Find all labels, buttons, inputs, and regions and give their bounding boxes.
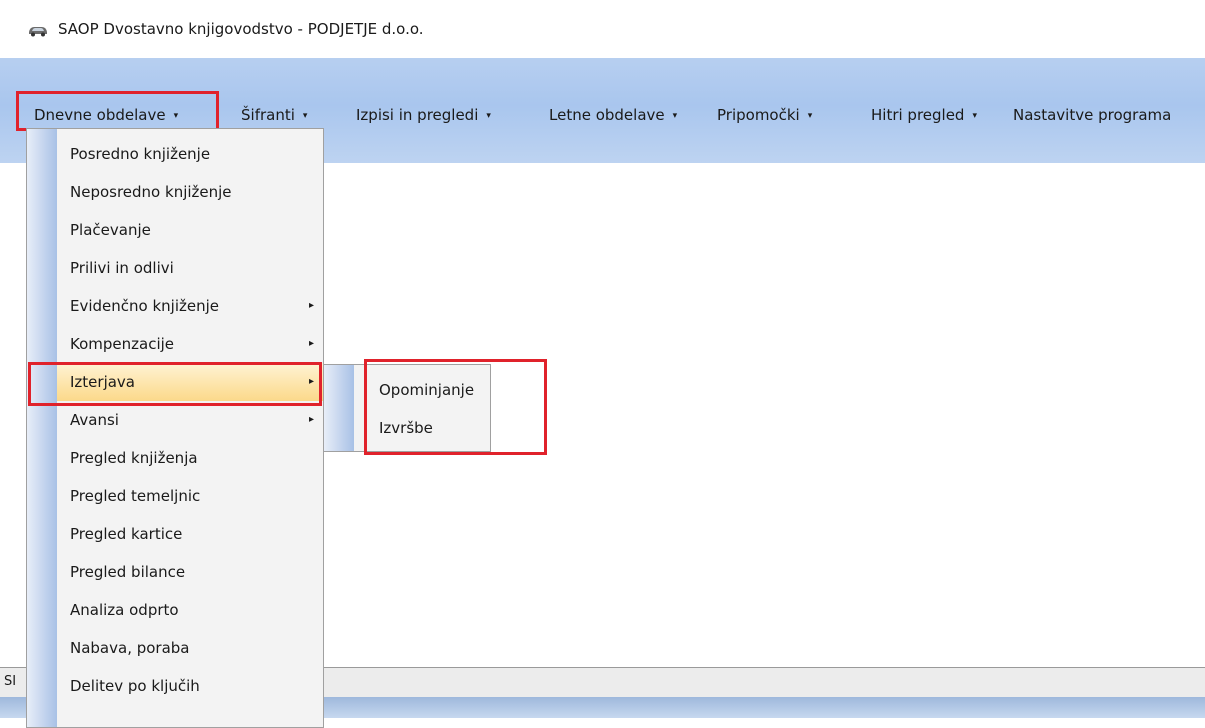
- menu-item-analiza-odprto[interactable]: Analiza odprto: [57, 591, 323, 629]
- menu-item-label: Izvršbe: [379, 419, 433, 437]
- car-icon: [27, 22, 49, 38]
- menu-item-kompenzacije[interactable]: Kompenzacije ▸: [57, 325, 323, 363]
- menu-item-label: Kompenzacije: [70, 335, 175, 353]
- menu-item-label: Pregled kartice: [70, 525, 183, 543]
- menu-label: Šifranti: [241, 106, 295, 124]
- menu-item-label: Pregled knjiženja: [70, 449, 198, 467]
- chevron-right-icon: ▸: [308, 338, 314, 349]
- menu-item-evidencno-knjizenje[interactable]: Evidenčno knjiženje ▸: [57, 287, 323, 325]
- menu-label: Izpisi in pregledi: [356, 106, 479, 124]
- menu-item-label: Delitev po ključih: [70, 677, 200, 695]
- chevron-down-icon: ▾: [807, 110, 813, 121]
- chevron-right-icon: ▸: [308, 414, 314, 425]
- menu-item-label: Nabava, poraba: [70, 639, 190, 657]
- menu-item-neposredno-knjizenje[interactable]: Neposredno knjiženje: [57, 173, 323, 211]
- menu-item-label: Neposredno knjiženje: [70, 183, 232, 201]
- menu-gutter: [27, 129, 57, 727]
- menu-item-posredno-knjizenje[interactable]: Posredno knjiženje: [57, 135, 323, 173]
- chevron-down-icon: ▾: [486, 110, 491, 121]
- menu-item-avansi[interactable]: Avansi ▸: [57, 401, 323, 439]
- menu-item-label: Evidenčno knjiženje: [70, 297, 220, 315]
- menu-item-nabava-poraba[interactable]: Nabava, poraba: [57, 629, 323, 667]
- menu-gutter: [324, 365, 354, 451]
- status-text: SI: [4, 674, 17, 689]
- menu-label: Hitri pregled: [871, 106, 965, 124]
- menu-item-izterjava[interactable]: Izterjava ▸: [57, 363, 323, 401]
- menu-nastavitve-programa[interactable]: Nastavitve programa: [1013, 104, 1171, 126]
- menu-item-pregled-kartice[interactable]: Pregled kartice: [57, 515, 323, 553]
- menu-sifranti[interactable]: Šifranti ▾: [241, 104, 307, 126]
- chevron-right-icon: ▸: [308, 300, 314, 311]
- menu-dnevne-obdelave[interactable]: Dnevne obdelave ▾: [34, 104, 178, 126]
- submenu-item-opominjanje[interactable]: Opominjanje: [354, 371, 490, 409]
- menu-item-label: Posredno knjiženje: [70, 145, 211, 163]
- menu-item-label: Analiza odprto: [70, 601, 179, 619]
- chevron-down-icon: ▾: [302, 110, 308, 121]
- window-title: SAOP Dvostavno knjigovodstvo - PODJETJE …: [58, 20, 424, 38]
- menu-letne-obdelave[interactable]: Letne obdelave ▾: [549, 104, 677, 126]
- menu-item-label: Plačevanje: [70, 221, 151, 239]
- menu-item-prilivi-in-odlivi[interactable]: Prilivi in odlivi: [57, 249, 323, 287]
- submenu-izterjava: Opominjanje Izvršbe: [323, 364, 491, 452]
- menu-item-placevanje[interactable]: Plačevanje: [57, 211, 323, 249]
- menu-item-label: Opominjanje: [379, 381, 475, 399]
- menu-item-pregled-bilance[interactable]: Pregled bilance: [57, 553, 323, 591]
- menu-item-pregled-knjizenja[interactable]: Pregled knjiženja: [57, 439, 323, 477]
- menu-item-label: Pregled bilance: [70, 563, 186, 581]
- menu-izpisi-in-pregledi[interactable]: Izpisi in pregledi ▾: [356, 104, 491, 126]
- menu-item-label: Avansi: [70, 411, 119, 429]
- menu-label: Pripomočki: [717, 106, 800, 124]
- dropdown-menu: Posredno knjiženje Neposredno knjiženje …: [26, 128, 324, 728]
- menu-item-label: Prilivi in odlivi: [70, 259, 174, 277]
- chevron-down-icon: ▾: [173, 110, 179, 121]
- menu-item-pregled-temeljnic[interactable]: Pregled temeljnic: [57, 477, 323, 515]
- menu-item-label: Izterjava: [70, 373, 136, 391]
- submenu-item-izvrsbe[interactable]: Izvršbe: [354, 409, 490, 447]
- chevron-right-icon: ▸: [308, 376, 314, 387]
- menu-item-delitev-po-kljucih[interactable]: Delitev po ključih: [57, 667, 323, 705]
- menu-label: Nastavitve programa: [1013, 106, 1172, 124]
- menu-label: Letne obdelave: [549, 106, 665, 124]
- chevron-down-icon: ▾: [972, 110, 977, 121]
- menu-pripomocki[interactable]: Pripomočki ▾: [717, 104, 812, 126]
- menu-hitri-pregled[interactable]: Hitri pregled ▾: [871, 104, 977, 126]
- title-bar: SAOP Dvostavno knjigovodstvo - PODJETJE …: [0, 0, 1205, 58]
- chevron-down-icon: ▾: [672, 110, 678, 121]
- menu-label: Dnevne obdelave: [34, 106, 166, 124]
- menu-item-label: Pregled temeljnic: [70, 487, 201, 505]
